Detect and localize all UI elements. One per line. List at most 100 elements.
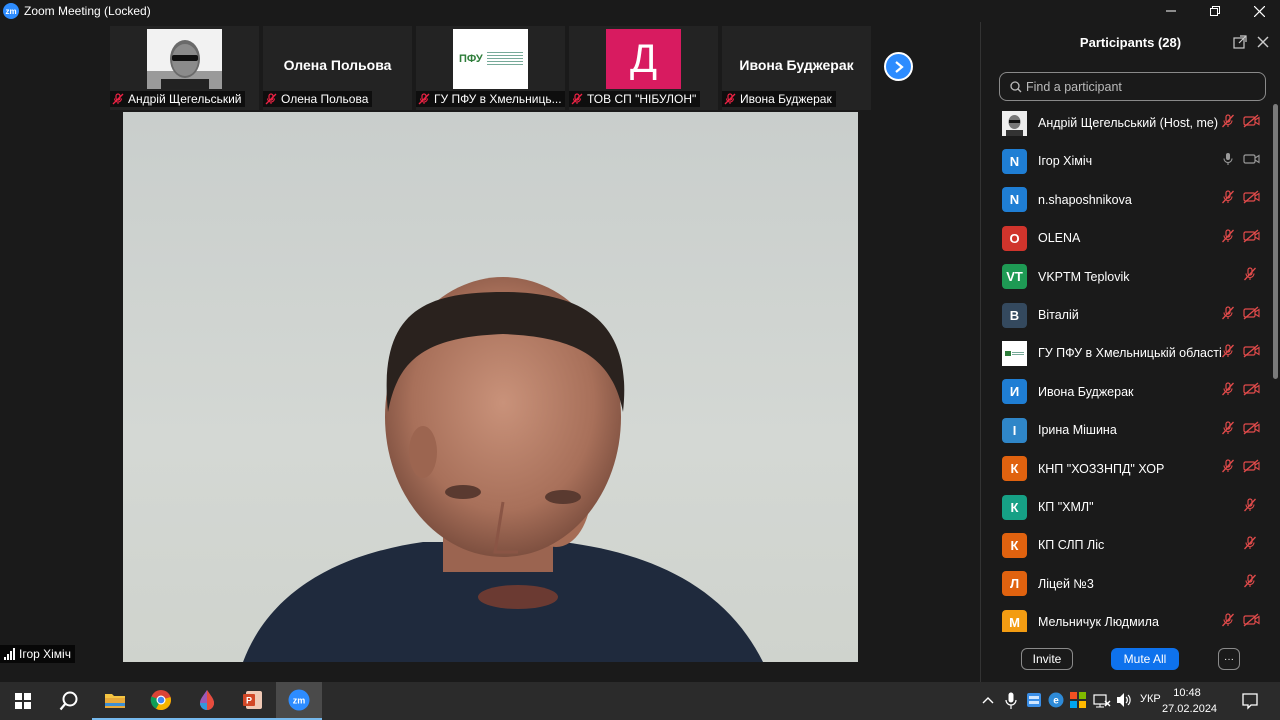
muted-mic-icon[interactable] bbox=[1221, 305, 1235, 325]
more-options-button[interactable]: ··· bbox=[1218, 648, 1240, 670]
participant-row[interactable]: К КНП "ХОЗЗНПД" ХОР bbox=[981, 450, 1271, 488]
thumbnail-label: Олена Польова bbox=[263, 91, 373, 107]
thumbnail-name: Олена Польова bbox=[281, 92, 369, 106]
network-tray-icon[interactable] bbox=[1093, 692, 1111, 708]
participant-thumbnail[interactable]: ПФУ ГУ ПФУ в Хмельниць... bbox=[416, 26, 565, 110]
participant-thumbnail[interactable]: Андрій Щегельський bbox=[110, 26, 259, 110]
volume-tray-icon[interactable] bbox=[1116, 692, 1132, 708]
muted-mic-icon[interactable] bbox=[1221, 344, 1235, 363]
taskbar-powerpoint[interactable]: P bbox=[230, 682, 276, 720]
thumbnail-name: Андрій Щегельський bbox=[128, 92, 242, 106]
clock-time: 10:48 bbox=[1173, 687, 1201, 699]
video-off-icon[interactable] bbox=[1243, 382, 1260, 401]
participant-row[interactable]: O OLENA bbox=[981, 219, 1271, 257]
popout-icon[interactable] bbox=[1233, 35, 1247, 49]
restore-button[interactable] bbox=[1193, 0, 1237, 22]
file-explorer-icon bbox=[105, 694, 125, 708]
muted-mic-icon[interactable] bbox=[1221, 229, 1235, 248]
keyboard-language-indicator[interactable]: УКР bbox=[1140, 693, 1161, 705]
participant-initial-avatar: B bbox=[1002, 302, 1027, 328]
participant-row[interactable]: N Ігор Хіміч bbox=[981, 142, 1271, 180]
participant-initial-avatar: N bbox=[1002, 187, 1027, 213]
next-page-button[interactable] bbox=[884, 52, 913, 81]
muted-mic-icon[interactable] bbox=[1243, 267, 1257, 286]
participant-row[interactable]: Л Ліцей №3 bbox=[981, 565, 1271, 603]
taskbar-zoom[interactable]: zm bbox=[276, 682, 322, 720]
participant-row[interactable]: ГУ ПФУ в Хмельницькій області bbox=[981, 334, 1271, 372]
participant-thumbnail-strip: Андрій Щегельський Олена Польова Олена П… bbox=[110, 26, 871, 110]
muted-mic-icon bbox=[571, 93, 583, 105]
participant-row[interactable]: І Ірина Мішина bbox=[981, 411, 1271, 449]
muted-mic-icon[interactable] bbox=[1221, 190, 1235, 209]
participant-photo-icon bbox=[147, 29, 222, 89]
close-window-button[interactable] bbox=[1237, 0, 1280, 22]
network-drive-tray-icon[interactable] bbox=[1026, 692, 1042, 708]
participant-search-input[interactable]: Find a participant bbox=[999, 72, 1266, 101]
muted-mic-icon[interactable] bbox=[1221, 113, 1235, 133]
participant-initial-avatar: O bbox=[1002, 225, 1027, 251]
close-panel-icon[interactable] bbox=[1257, 36, 1269, 48]
participant-row[interactable]: Nn.shaposhnikova bbox=[981, 181, 1271, 219]
participant-name: Андрій Щегельський (Host, me) bbox=[1038, 116, 1219, 130]
taskbar-color-app[interactable] bbox=[184, 682, 230, 720]
mute-all-button[interactable]: Mute All bbox=[1111, 648, 1179, 670]
video-off-icon[interactable] bbox=[1243, 613, 1260, 632]
thumbnail-label: Ивона Буджерак bbox=[722, 91, 836, 107]
chevron-right-icon bbox=[894, 60, 904, 73]
participant-row[interactable]: К КП СЛП Ліс bbox=[981, 526, 1271, 564]
thumbnail-name: ГУ ПФУ в Хмельниць... bbox=[434, 92, 562, 106]
taskbar-chrome[interactable] bbox=[138, 682, 184, 720]
muted-mic-icon[interactable] bbox=[1221, 459, 1235, 478]
video-off-icon[interactable] bbox=[1243, 190, 1260, 209]
participant-thumbnail[interactable]: Д ТОВ СП "НІБУЛОН" bbox=[569, 26, 718, 110]
participant-row[interactable]: И Ивона Буджерак bbox=[981, 373, 1271, 411]
video-off-icon[interactable] bbox=[1243, 229, 1260, 248]
participant-thumbnail[interactable]: Ивона Буджерак Ивона Буджерак bbox=[722, 26, 871, 110]
video-on-icon[interactable] bbox=[1243, 152, 1260, 171]
windows-security-tray-icon[interactable] bbox=[1070, 692, 1086, 708]
taskbar-clock[interactable]: 10:48 27.02.2024 bbox=[1162, 685, 1218, 717]
zoom-icon: zm bbox=[288, 689, 310, 711]
participant-name: КП СЛП Ліс bbox=[1038, 538, 1105, 553]
start-button[interactable] bbox=[0, 682, 46, 720]
video-off-icon[interactable] bbox=[1243, 344, 1260, 363]
thumbnail-name: ТОВ СП "НІБУЛОН" bbox=[587, 92, 697, 106]
participant-thumbnail[interactable]: Олена Польова Олена Польова bbox=[263, 26, 412, 110]
participant-row[interactable]: VT VKPTM Teplovik bbox=[981, 258, 1271, 296]
notifications-icon[interactable] bbox=[1241, 692, 1259, 710]
windows-taskbar: P zm e УКР 10:48 27.02.2024 bbox=[0, 682, 1280, 720]
muted-mic-icon[interactable] bbox=[1221, 421, 1235, 440]
scrollbar-thumb[interactable] bbox=[1273, 104, 1278, 379]
participant-row[interactable]: Андрій Щегельський (Host, me) bbox=[981, 104, 1271, 142]
participant-row[interactable]: М Мельничук Людмила bbox=[981, 603, 1271, 632]
participant-row[interactable]: B Віталій bbox=[981, 296, 1271, 334]
video-off-icon[interactable] bbox=[1243, 421, 1260, 440]
clock-date: 27.02.2024 bbox=[1162, 703, 1218, 715]
taskbar-file-explorer[interactable] bbox=[92, 682, 138, 720]
video-off-icon[interactable] bbox=[1243, 306, 1260, 325]
muted-mic-icon bbox=[265, 93, 277, 105]
participant-name: n.shaposhnikova bbox=[1038, 192, 1132, 207]
show-hidden-icons-icon[interactable] bbox=[982, 695, 994, 705]
video-off-icon[interactable] bbox=[1243, 114, 1260, 133]
minimize-button[interactable] bbox=[1149, 0, 1193, 22]
participants-panel: Participants (28) Find a participant Анд… bbox=[980, 22, 1280, 682]
muted-mic-icon[interactable] bbox=[1221, 613, 1235, 632]
participant-initial-avatar: І bbox=[1002, 417, 1027, 443]
active-speaker-video bbox=[123, 112, 858, 662]
muted-mic-icon[interactable] bbox=[1221, 382, 1235, 401]
participant-list-scrollbar[interactable] bbox=[1271, 104, 1279, 632]
muted-mic-icon[interactable] bbox=[1243, 497, 1257, 517]
svg-text:e: e bbox=[1053, 696, 1059, 707]
muted-mic-icon[interactable] bbox=[1243, 574, 1257, 593]
mic-on-icon[interactable] bbox=[1221, 152, 1235, 171]
edge-browser-tray-icon[interactable]: e bbox=[1048, 692, 1064, 708]
participant-row[interactable]: К КП "ХМЛ" bbox=[981, 488, 1271, 526]
muted-mic-icon[interactable] bbox=[1243, 536, 1257, 555]
taskbar-search-button[interactable] bbox=[46, 682, 92, 720]
microphone-tray-icon[interactable] bbox=[1005, 692, 1017, 710]
video-off-icon[interactable] bbox=[1243, 459, 1260, 478]
powerpoint-icon: P bbox=[243, 691, 262, 709]
window-title: Zoom Meeting (Locked) bbox=[24, 4, 151, 18]
invite-button[interactable]: Invite bbox=[1021, 648, 1073, 670]
